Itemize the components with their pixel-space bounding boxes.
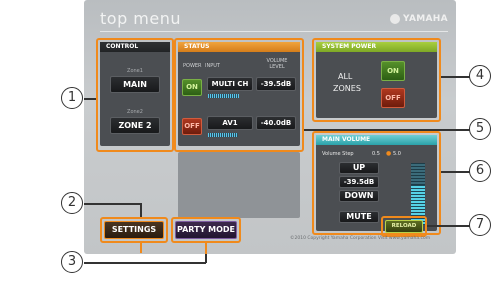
callout-line-3 [84, 262, 206, 264]
radio-icon[interactable]: ● [386, 150, 391, 157]
volume-up-button[interactable]: UP [339, 162, 379, 174]
volume-step-label: Volume Step [322, 151, 354, 157]
yamaha-web-control-screen: top menu YAMAHA CONTROL Zone1 MAIN Zone2… [0, 0, 497, 301]
reload-highlight-frame [381, 216, 427, 237]
callout-line-7 [427, 225, 471, 227]
callout-line-6 [441, 171, 471, 173]
volume-down-button[interactable]: DOWN [339, 190, 379, 202]
zone1-level-meter [208, 94, 239, 98]
yamaha-emblem-icon [390, 14, 400, 24]
callout-5: 5 [469, 118, 491, 140]
all-zones-off-button[interactable]: OFF [381, 88, 405, 108]
volume-column-label: VOLUME LEVEL [266, 58, 288, 70]
input-column-label: INPUT [205, 63, 220, 69]
callout-6: 6 [469, 160, 491, 182]
callout-1: 1 [61, 87, 83, 109]
callout-line-4 [441, 76, 471, 78]
zone2-volume-display: -40.0dB [256, 116, 296, 130]
zone1-power-on-button[interactable]: ON [182, 79, 202, 96]
main-zone-button[interactable]: MAIN [110, 76, 160, 93]
status-lower-panel [178, 152, 300, 218]
system-power-highlight-frame [312, 38, 441, 122]
callout-7: 7 [469, 214, 491, 236]
callout-line-2-vertical [140, 203, 142, 217]
power-column-label: POWER [183, 63, 202, 69]
brand-logo: YAMAHA [390, 14, 448, 24]
zone1-input-display: MULTI CH [207, 77, 253, 91]
settings-highlight-frame [100, 217, 168, 243]
mute-button[interactable]: MUTE [339, 211, 379, 223]
callout-2: 2 [61, 192, 83, 214]
zone1-volume-display: -39.5dB [256, 77, 296, 91]
all-zones-label-line1: ALL [338, 72, 353, 81]
page-title: top menu [100, 9, 182, 28]
zone2-caption: Zone2 [127, 109, 143, 115]
all-zones-label-line2: ZONES [333, 84, 361, 93]
volume-step-option-a[interactable]: 0.5 [372, 151, 380, 157]
zone2-level-meter [208, 133, 238, 137]
copyright-footer: ©2010 Copyright Yamaha Corporation Visit… [290, 236, 431, 241]
brand-name: YAMAHA [403, 14, 448, 24]
callout-line-1 [84, 98, 96, 100]
all-zones-on-button[interactable]: ON [381, 61, 405, 81]
volume-step-option-b[interactable]: 5.0 [393, 151, 401, 157]
party-mode-highlight-frame [171, 217, 241, 243]
control-highlight-frame [96, 38, 174, 152]
leader-line-settings [140, 243, 142, 253]
title-divider [100, 31, 448, 32]
callout-line-5 [304, 129, 471, 131]
callout-line-3-vertical [205, 254, 207, 263]
zone1-caption: Zone1 [127, 68, 143, 74]
callout-3: 3 [61, 251, 83, 273]
callout-4: 4 [469, 65, 491, 87]
zone2-button[interactable]: ZONE 2 [110, 117, 160, 134]
callout-line-2 [84, 203, 141, 205]
zone2-input-display: AV1 [207, 116, 253, 130]
zone2-power-off-button[interactable]: OFF [182, 118, 202, 135]
volume-value-display: -39.5dB [339, 176, 379, 188]
